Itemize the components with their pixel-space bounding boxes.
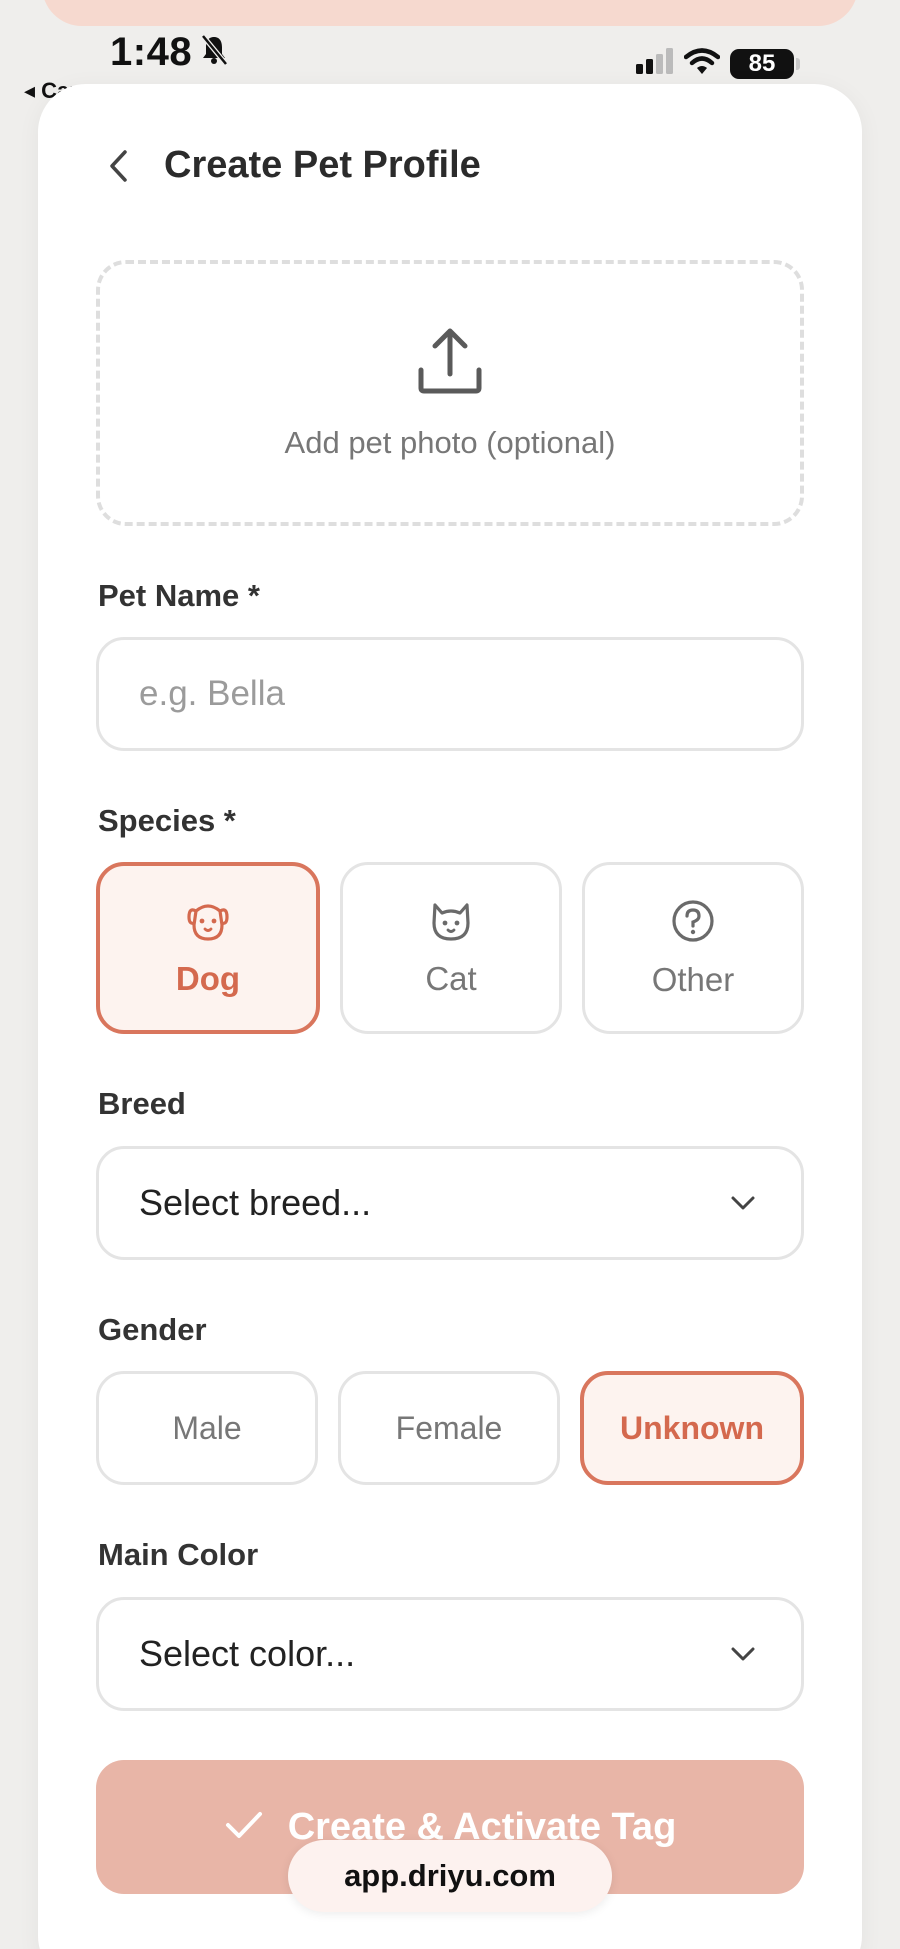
cat-icon bbox=[428, 899, 474, 948]
gender-option-label: Female bbox=[395, 1409, 503, 1446]
breed-label: Breed bbox=[98, 1086, 186, 1121]
page-title: Create Pet Profile bbox=[164, 144, 481, 186]
species-option-dog[interactable]: Dog bbox=[96, 862, 320, 1034]
species-selector: Dog Cat Other bbox=[96, 862, 804, 1034]
species-option-label: Cat bbox=[425, 959, 477, 997]
chevron-left-icon bbox=[110, 149, 127, 182]
gender-selector: Male Female Unknown bbox=[96, 1371, 804, 1485]
species-option-label: Other bbox=[651, 960, 735, 998]
form-card: Create Pet Profile Add pet photo (option… bbox=[38, 84, 862, 1949]
page-header: Create Pet Profile bbox=[98, 144, 481, 187]
gender-label: Gender bbox=[98, 1312, 207, 1347]
check-icon bbox=[224, 1810, 264, 1845]
gender-option-male[interactable]: Male bbox=[96, 1371, 318, 1485]
gender-option-label: Unknown bbox=[620, 1409, 764, 1446]
browser-url-bar[interactable]: app.driyu.com bbox=[288, 1840, 612, 1912]
species-label: Species * bbox=[98, 803, 236, 838]
gender-option-label: Male bbox=[172, 1409, 242, 1446]
photo-upload-area[interactable]: Add pet photo (optional) bbox=[96, 260, 804, 526]
photo-upload-label: Add pet photo (optional) bbox=[284, 424, 616, 460]
battery-indicator: 85 bbox=[730, 48, 794, 79]
status-time: 1:48 bbox=[110, 30, 193, 74]
gender-option-unknown[interactable]: Unknown bbox=[580, 1371, 804, 1485]
pet-name-field[interactable] bbox=[96, 637, 804, 751]
species-option-other[interactable]: Other bbox=[582, 862, 804, 1034]
question-circle-icon bbox=[670, 898, 716, 949]
battery-tip bbox=[796, 57, 800, 70]
top-bar-remnant bbox=[42, 0, 858, 26]
wifi-icon bbox=[683, 48, 721, 79]
breed-select[interactable]: Select breed... bbox=[96, 1146, 804, 1260]
back-button[interactable] bbox=[98, 146, 138, 186]
upload-icon bbox=[415, 326, 485, 401]
main-color-select-value: Select color... bbox=[139, 1633, 356, 1674]
gender-option-female[interactable]: Female bbox=[338, 1371, 560, 1485]
pet-name-input[interactable] bbox=[139, 674, 761, 714]
status-icons: 85 bbox=[636, 48, 800, 79]
chevron-down-icon bbox=[731, 1647, 755, 1661]
species-option-cat[interactable]: Cat bbox=[340, 862, 562, 1034]
main-color-label: Main Color bbox=[98, 1537, 259, 1572]
signal-icon bbox=[636, 48, 674, 79]
pet-name-label: Pet Name * bbox=[98, 578, 260, 613]
dog-icon bbox=[185, 899, 231, 948]
bell-slash-icon bbox=[200, 34, 228, 71]
main-color-select[interactable]: Select color... bbox=[96, 1597, 804, 1711]
chevron-down-icon bbox=[731, 1196, 755, 1210]
species-option-label: Dog bbox=[175, 959, 241, 997]
breed-select-value: Select breed... bbox=[139, 1182, 372, 1223]
